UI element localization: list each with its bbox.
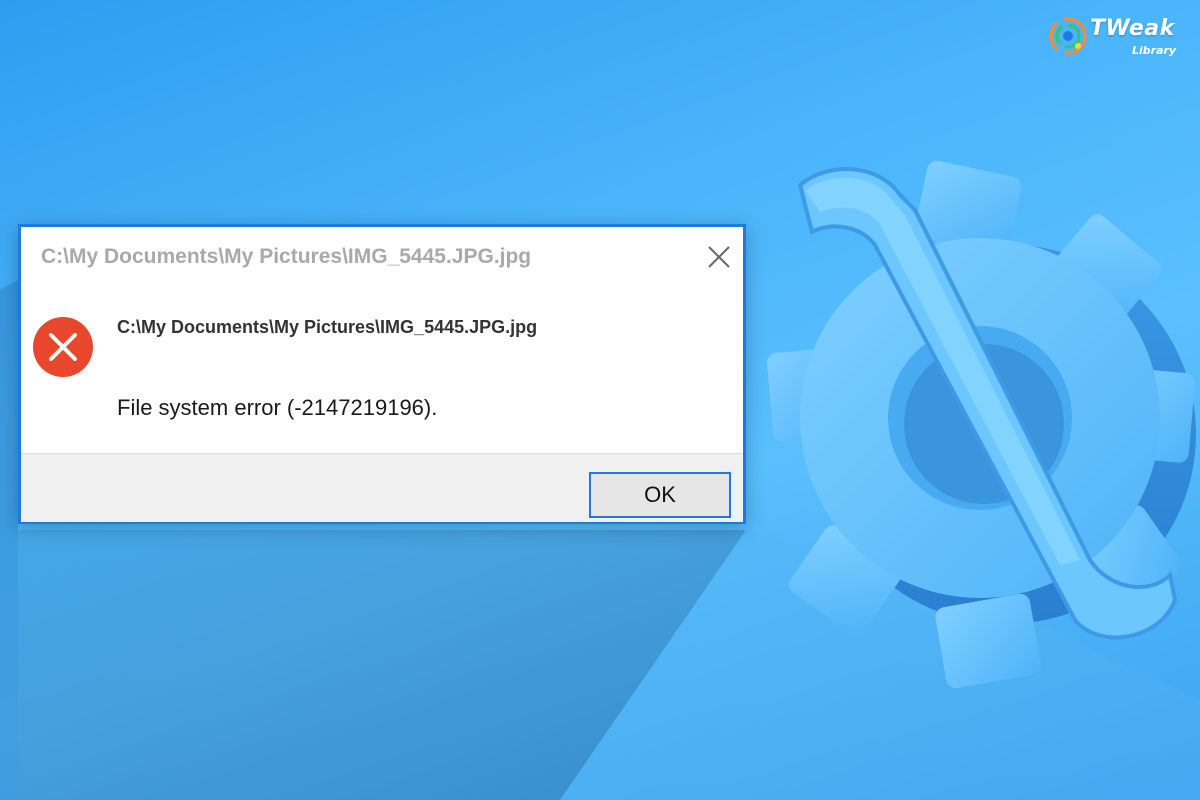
dialog-footer: OK [21,453,743,522]
ok-button[interactable]: OK [589,472,731,518]
dialog-content: C:\My Documents\My Pictures\IMG_5445.JPG… [21,287,743,457]
tweak-library-logo-icon [1049,17,1087,55]
close-button[interactable] [701,239,737,275]
close-icon [708,246,730,268]
error-file-path: C:\My Documents\My Pictures\IMG_5445.JPG… [117,317,538,337]
dialog-title: C:\My Documents\My Pictures\IMG_5445.JPG… [41,245,532,268]
dialog-title-bar[interactable]: C:\My Documents\My Pictures\IMG_5445.JPG… [21,227,743,287]
error-dialog: C:\My Documents\My Pictures\IMG_5445.JPG… [18,224,746,524]
brand-sub: Library [1132,44,1177,57]
error-message: File system error (-2147219196). [117,395,438,420]
brand-name: TWeak [1090,16,1175,41]
error-x-circle-icon [33,317,93,377]
brand-logo: TWeak Library [1048,14,1188,62]
